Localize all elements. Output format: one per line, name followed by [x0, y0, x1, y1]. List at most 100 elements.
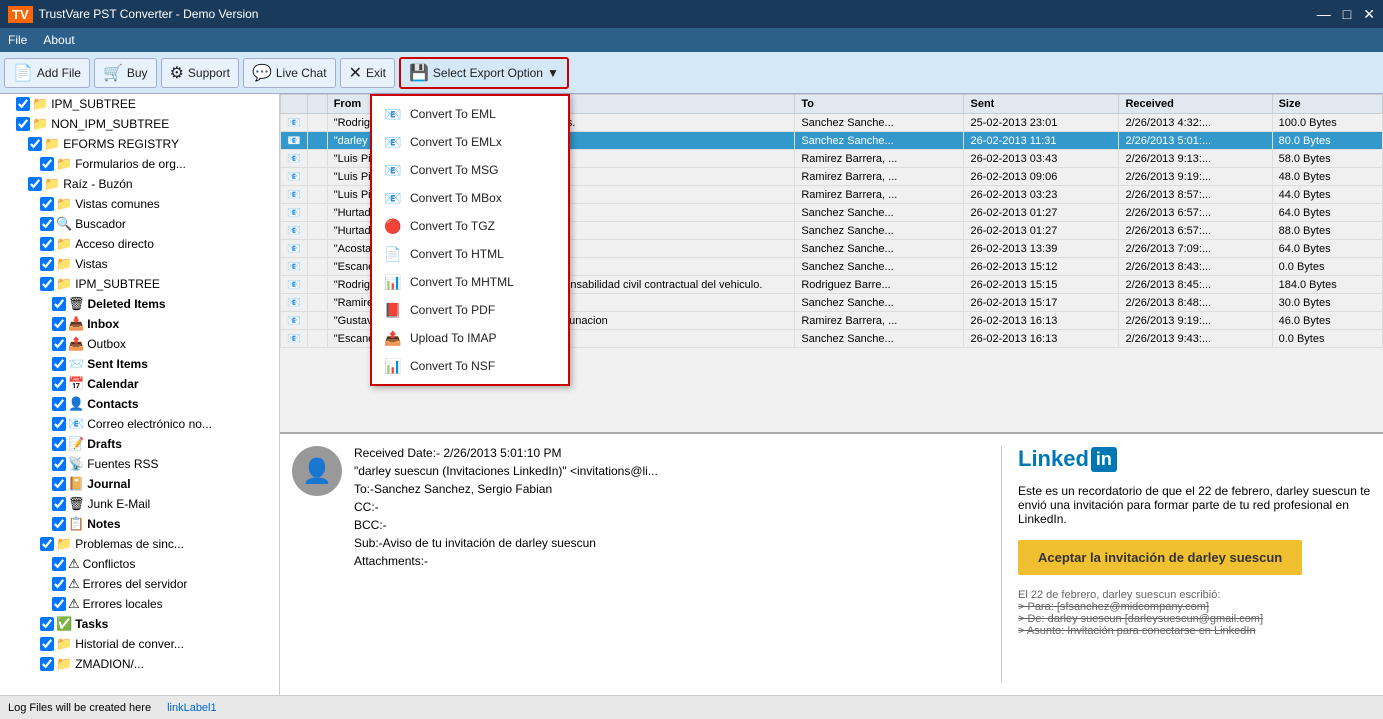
sidebar-checkbox[interactable]: [40, 617, 54, 631]
accept-invitation-button[interactable]: Aceptar la invitación de darley suescun: [1018, 540, 1302, 575]
size-cell: 64.0 Bytes: [1272, 240, 1382, 258]
maximize-button[interactable]: □: [1343, 6, 1351, 23]
sidebar-item[interactable]: 📅Calendar: [0, 374, 279, 394]
sidebar-checkbox[interactable]: [52, 437, 66, 451]
sidebar-item[interactable]: 📁Vistas: [0, 254, 279, 274]
col-size[interactable]: Size: [1272, 95, 1382, 114]
sidebar-item-label: Errores del servidor: [83, 577, 188, 591]
sidebar-item[interactable]: ⚠Conflictos: [0, 554, 279, 574]
preview-right: Linked in Este es un recordatorio de que…: [1002, 446, 1371, 683]
sidebar-checkbox[interactable]: [52, 337, 66, 351]
sidebar-item[interactable]: ⚠Errores locales: [0, 594, 279, 614]
sidebar-checkbox[interactable]: [40, 277, 54, 291]
col-to[interactable]: To: [795, 95, 964, 114]
sidebar-item[interactable]: 📥Inbox: [0, 314, 279, 334]
sidebar-checkbox[interactable]: [40, 237, 54, 251]
sidebar-checkbox[interactable]: [28, 137, 42, 151]
sidebar-checkbox[interactable]: [40, 217, 54, 231]
sidebar-item[interactable]: ⚠Errores del servidor: [0, 574, 279, 594]
sidebar-checkbox[interactable]: [40, 657, 54, 671]
mhtml-icon: 📊: [384, 273, 402, 291]
convert-eml-item[interactable]: 📧 Convert To EML: [372, 100, 568, 128]
sidebar-item[interactable]: 📝Drafts: [0, 434, 279, 454]
sidebar-checkbox[interactable]: [16, 117, 30, 131]
sidebar-item[interactable]: 🔍Buscador: [0, 214, 279, 234]
convert-mhtml-item[interactable]: 📊 Convert To MHTML: [372, 268, 568, 296]
add-file-button[interactable]: 📄 Add File: [4, 58, 90, 88]
live-chat-button[interactable]: 💬 Live Chat: [243, 58, 336, 88]
sidebar-item[interactable]: 📁Problemas de sinc...: [0, 534, 279, 554]
buy-button[interactable]: 🛒 Buy: [94, 58, 157, 88]
col-sent[interactable]: Sent: [964, 95, 1119, 114]
sidebar-checkbox[interactable]: [28, 177, 42, 191]
sidebar-checkbox[interactable]: [52, 317, 66, 331]
support-button[interactable]: ⚙ Support: [161, 58, 239, 88]
sidebar-checkbox[interactable]: [52, 457, 66, 471]
sidebar-checkbox[interactable]: [40, 197, 54, 211]
folder-icon: 📥: [68, 316, 84, 332]
sidebar-checkbox[interactable]: [52, 377, 66, 391]
sidebar-checkbox[interactable]: [52, 597, 66, 611]
convert-emlx-item[interactable]: 📧 Convert To EMLx: [372, 128, 568, 156]
sidebar-checkbox[interactable]: [52, 557, 66, 571]
convert-nsf-item[interactable]: 📊 Convert To NSF: [372, 352, 568, 380]
sidebar-checkbox[interactable]: [52, 577, 66, 591]
size-cell: 48.0 Bytes: [1272, 168, 1382, 186]
exit-button[interactable]: ✕ Exit: [340, 58, 395, 88]
menu-file[interactable]: File: [8, 33, 27, 47]
dropdown-arrow-icon: ▼: [547, 66, 559, 80]
minimize-button[interactable]: —: [1317, 6, 1331, 23]
sidebar-checkbox[interactable]: [52, 357, 66, 371]
sidebar-checkbox[interactable]: [40, 637, 54, 651]
sidebar-checkbox[interactable]: [52, 517, 66, 531]
sidebar-checkbox[interactable]: [40, 257, 54, 271]
sidebar-item[interactable]: 📁IPM_SUBTREE: [0, 94, 279, 114]
sidebar-item[interactable]: 🗑Junk E-Mail: [0, 494, 279, 514]
sidebar-checkbox[interactable]: [40, 537, 54, 551]
close-button[interactable]: ✕: [1363, 6, 1375, 23]
sidebar-item-label: Formularios de org...: [75, 157, 186, 171]
window-controls[interactable]: — □ ✕: [1317, 6, 1375, 23]
sidebar-item[interactable]: 📧Correo electrónico no...: [0, 414, 279, 434]
convert-mbox-item[interactable]: 📧 Convert To MBox: [372, 184, 568, 212]
sidebar-checkbox[interactable]: [52, 417, 66, 431]
sidebar-item[interactable]: 📁Acceso directo: [0, 234, 279, 254]
menu-about[interactable]: About: [43, 33, 74, 47]
sidebar-item[interactable]: 📁IPM_SUBTREE: [0, 274, 279, 294]
col-received[interactable]: Received: [1119, 95, 1272, 114]
sidebar-checkbox[interactable]: [52, 497, 66, 511]
sidebar-item[interactable]: 📁NON_IPM_SUBTREE: [0, 114, 279, 134]
sidebar-item[interactable]: 📤Outbox: [0, 334, 279, 354]
sidebar-item[interactable]: 📁Raíz - Buzón: [0, 174, 279, 194]
sidebar-item[interactable]: 📁EFORMS REGISTRY: [0, 134, 279, 154]
sidebar-checkbox[interactable]: [40, 157, 54, 171]
convert-pdf-item[interactable]: 📕 Convert To PDF: [372, 296, 568, 324]
email-icon: 📧: [281, 294, 308, 312]
convert-html-item[interactable]: 📄 Convert To HTML: [372, 240, 568, 268]
sidebar-item[interactable]: 📁Formularios de org...: [0, 154, 279, 174]
sidebar-checkbox[interactable]: [52, 477, 66, 491]
sidebar-item[interactable]: 📨Sent Items: [0, 354, 279, 374]
mbox-icon: 📧: [384, 189, 402, 207]
sidebar-checkbox[interactable]: [52, 397, 66, 411]
sidebar-item[interactable]: 📁Historial de conver...: [0, 634, 279, 654]
sidebar-item[interactable]: 📡Fuentes RSS: [0, 454, 279, 474]
size-cell: 30.0 Bytes: [1272, 294, 1382, 312]
select-export-button[interactable]: 💾 Select Export Option ▼: [399, 57, 569, 89]
sidebar-item-label: Junk E-Mail: [88, 497, 151, 511]
sidebar-item[interactable]: 👤Contacts: [0, 394, 279, 414]
folder-icon: 📅: [68, 376, 84, 392]
sidebar-checkbox[interactable]: [52, 297, 66, 311]
attach-icon: [307, 114, 327, 132]
sidebar-item[interactable]: 📋Notes: [0, 514, 279, 534]
sidebar-item[interactable]: 🗑Deleted Items: [0, 294, 279, 314]
upload-imap-item[interactable]: 📤 Upload To IMAP: [372, 324, 568, 352]
convert-tgz-item[interactable]: 🔴 Convert To TGZ: [372, 212, 568, 240]
sidebar-item[interactable]: 📁ZMADION/...: [0, 654, 279, 674]
sidebar-item[interactable]: ✅Tasks: [0, 614, 279, 634]
sidebar-checkbox[interactable]: [16, 97, 30, 111]
convert-msg-item[interactable]: 📧 Convert To MSG: [372, 156, 568, 184]
sidebar-item[interactable]: 📁Vistas comunes: [0, 194, 279, 214]
sidebar-item[interactable]: 📔Journal: [0, 474, 279, 494]
log-link[interactable]: linkLabel1: [167, 702, 217, 714]
